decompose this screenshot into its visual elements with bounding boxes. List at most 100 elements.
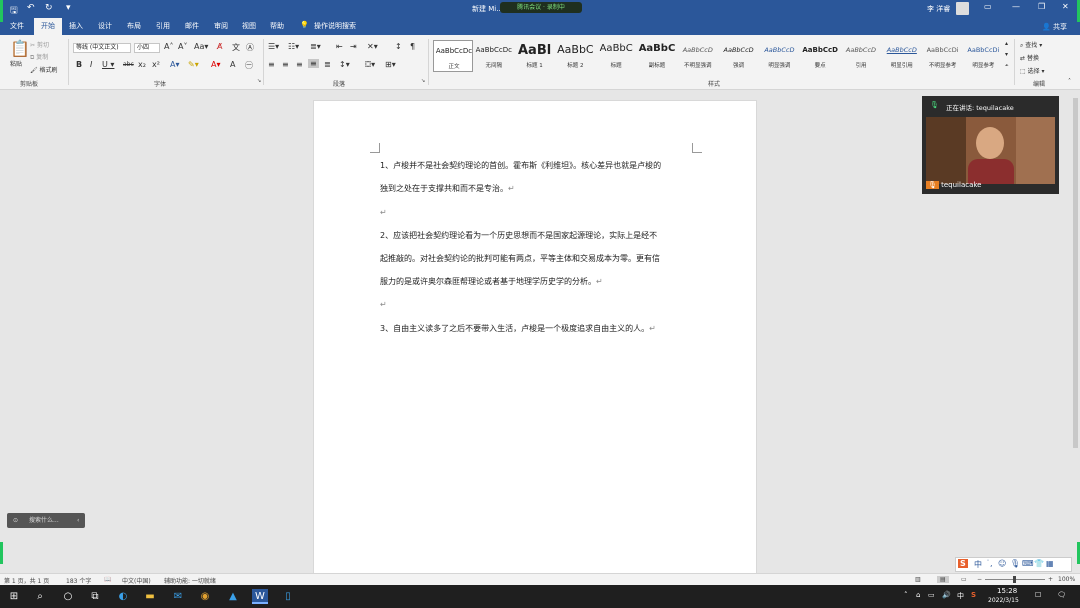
word-count[interactable]: 183 个字 — [66, 576, 91, 585]
volume-icon[interactable]: 🔊 — [942, 591, 951, 599]
redo-icon[interactable]: ↻ — [45, 3, 53, 13]
meeting-recording-indicator[interactable]: 腾讯会议 · 录制中 — [500, 2, 582, 13]
read-mode-icon[interactable]: ▥ — [915, 576, 921, 583]
zoom-level[interactable]: 100% — [1058, 576, 1075, 583]
find-button[interactable]: ⌕ 查找 ▾ — [1020, 40, 1042, 50]
voice-input-icon[interactable]: 🎙 — [1010, 559, 1020, 568]
chrome-icon[interactable]: ◉ — [197, 589, 213, 604]
monitor-icon[interactable]: ▭ — [928, 591, 935, 599]
style-item[interactable]: AaBbCcD 不明显强调 — [678, 40, 718, 72]
style-item[interactable]: AaBl 标题 1 — [515, 40, 555, 72]
font-name-combo[interactable]: 等线 (中文正文) — [73, 43, 131, 53]
zoom-out-icon[interactable]: − — [977, 576, 982, 583]
tab-home[interactable]: 开始 — [34, 18, 62, 35]
document-page[interactable]: 1、卢梭并不是社会契约理论的首创。霍布斯《利维坦》。核心差异也就是卢梭的 独到之… — [313, 100, 757, 580]
bullets-icon[interactable]: ☰▾ — [268, 42, 279, 51]
paragraph-2-line-2[interactable]: 起推敲的。对社会契约论的批判可能有两点，平等主体和交易成本为零。更有信 — [380, 247, 700, 270]
style-item[interactable]: AaBbCcD 要点 — [800, 40, 840, 72]
task-view-icon[interactable]: ⧉ — [87, 589, 103, 604]
sogou-icon[interactable]: S — [958, 559, 968, 568]
empty-paragraph[interactable]: ↵ — [380, 293, 700, 316]
minimize-icon[interactable]: — — [1012, 2, 1020, 11]
style-item[interactable]: AaBbCcD 引用 — [841, 40, 881, 72]
skin-icon[interactable]: 👕 — [1034, 559, 1044, 568]
shrink-font-icon[interactable]: A˅ — [178, 42, 187, 51]
tab-insert[interactable]: 插入 — [69, 21, 83, 31]
zoom-slider-thumb[interactable] — [1013, 576, 1016, 583]
underline-icon[interactable]: U ▾ — [102, 60, 114, 69]
phonetic-guide-icon[interactable]: 文 — [232, 42, 240, 53]
superscript-icon[interactable]: x² — [152, 60, 160, 69]
format-painter-button[interactable]: 🖌 格式刷 — [30, 65, 58, 74]
paragraph-2-line-3[interactable]: 服力的是或许奥尔森匪帮理论或者基于地理学历史学的分析。↵ — [380, 270, 700, 293]
proofing-icon[interactable]: 📖 — [104, 576, 111, 583]
highlight-color-icon[interactable]: ✎▾ — [188, 60, 199, 69]
grow-font-icon[interactable]: A˄ — [164, 42, 173, 51]
replace-button[interactable]: ⇄ 替换 — [1020, 53, 1039, 62]
clear-formatting-icon[interactable]: A̸ — [217, 42, 222, 51]
scrollbar-thumb[interactable] — [1073, 98, 1078, 448]
font-dialog-launcher-icon[interactable]: ↘ — [257, 78, 261, 84]
search-icon[interactable]: ⌕ — [32, 589, 48, 604]
paragraph-3-line-1[interactable]: 3、自由主义读多了之后不要带入生活，卢梭是一个极度追求自由主义的人。↵ — [380, 317, 700, 340]
style-item[interactable]: AaBbCcD 明显强调 — [759, 40, 799, 72]
cut-button[interactable]: ✂ 剪切 — [30, 40, 49, 49]
tray-overflow-icon[interactable]: ˄ — [904, 591, 908, 599]
paragraph-1-line-2[interactable]: 独到之处在于支撑共和而不是专治。↵ — [380, 177, 700, 200]
file-explorer-icon[interactable]: ▬ — [142, 589, 158, 604]
tab-design[interactable]: 设计 — [98, 21, 112, 31]
collapse-arrow-icon[interactable]: ‹ — [77, 513, 79, 528]
account-name[interactable]: 李 洋睿 — [927, 4, 950, 14]
notifications-icon[interactable]: ☐ — [1035, 591, 1041, 599]
align-right-icon[interactable]: ≡ — [296, 60, 303, 69]
tab-review[interactable]: 审阅 — [214, 21, 228, 31]
paragraph-dialog-launcher-icon[interactable]: ↘ — [421, 78, 425, 84]
tell-me-search[interactable]: 操作说明搜索 — [314, 21, 356, 31]
close-icon[interactable]: ✕ — [1062, 2, 1069, 11]
change-case-icon[interactable]: Aa▾ — [194, 42, 208, 51]
punctuation-icon[interactable]: ˙, — [986, 559, 993, 568]
decrease-indent-icon[interactable]: ⇤ — [336, 42, 343, 51]
italic-icon[interactable]: I — [90, 60, 92, 69]
numbering-icon[interactable]: ☷▾ — [288, 42, 299, 51]
subscript-icon[interactable]: x₂ — [138, 60, 146, 69]
edge-icon[interactable]: ◐ — [115, 589, 131, 604]
tab-references[interactable]: 引用 — [156, 21, 170, 31]
style-item[interactable]: AaBbC 副标题 — [637, 40, 677, 72]
mail-icon[interactable]: ✉ — [170, 589, 186, 604]
ribbon-display-options-icon[interactable]: ▭ — [984, 2, 992, 11]
word-icon[interactable]: W — [252, 589, 268, 604]
borders-icon[interactable]: ⊞▾ — [385, 60, 396, 69]
copy-button[interactable]: ⧉ 复制 — [30, 52, 48, 62]
style-item[interactable]: AaBbC 标题 2 — [555, 40, 595, 72]
tab-help[interactable]: 帮助 — [270, 21, 284, 31]
tab-mailings[interactable]: 邮件 — [185, 21, 199, 31]
multilevel-list-icon[interactable]: ≣▾ — [310, 42, 321, 51]
styles-scroll-down-icon[interactable]: ▾ — [1005, 51, 1008, 58]
style-item[interactable]: AaBbCcDc 正文 — [433, 40, 473, 72]
enclose-characters-icon[interactable]: Ⓐ — [246, 42, 254, 53]
distributed-icon[interactable]: ≣ — [324, 60, 331, 69]
keyboard-icon[interactable]: ⌨ — [1022, 559, 1034, 568]
page-count[interactable]: 第 1 页，共 1 页 — [4, 576, 49, 585]
text-effects-icon[interactable]: A▾ — [170, 60, 180, 69]
enclosed-character-icon[interactable]: ㊀ — [245, 60, 253, 71]
font-color-icon[interactable]: A▾ — [211, 60, 221, 69]
search-popup[interactable]: ⊙ 搜索什么... ‹ — [7, 513, 85, 528]
select-button[interactable]: ⬚ 选择 ▾ — [1020, 66, 1045, 75]
increase-indent-icon[interactable]: ⇥ — [350, 42, 357, 51]
style-item[interactable]: AaBbCcDi 明显参考 — [963, 40, 1003, 72]
cortana-icon[interactable]: ○ — [60, 589, 76, 604]
vertical-scrollbar[interactable] — [1071, 92, 1080, 572]
share-button[interactable]: 👤 共享 — [1042, 22, 1067, 32]
web-layout-icon[interactable]: ▭ — [961, 576, 967, 583]
notification-center-icon[interactable]: 🗨 — [1057, 591, 1066, 599]
style-item[interactable]: AaBbCcD 强调 — [719, 40, 759, 72]
phone-link-icon[interactable]: ▯ — [280, 589, 296, 604]
print-layout-icon[interactable]: ▤ — [937, 576, 949, 583]
strikethrough-icon[interactable]: abc — [123, 61, 134, 68]
style-item[interactable]: AaBbCcDi 不明显参考 — [923, 40, 963, 72]
restore-icon[interactable]: ❐ — [1038, 2, 1045, 11]
bold-icon[interactable]: B — [76, 60, 82, 69]
emoji-icon[interactable]: ☺ — [998, 559, 1006, 568]
